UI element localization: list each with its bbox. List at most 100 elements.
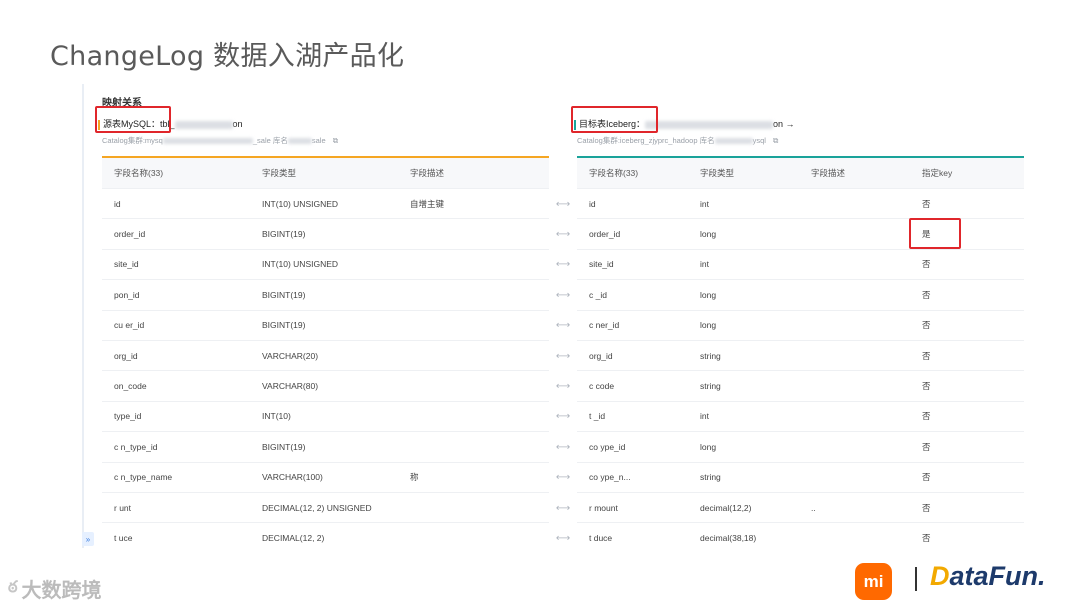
target-cell-key: 否	[922, 320, 931, 331]
slide-title: ChangeLog 数据入湖产品化	[50, 41, 405, 72]
footer-brand-text: 大数跨境	[21, 580, 102, 602]
target-cell-: long	[700, 229, 717, 240]
source-cell-33: order_id	[114, 229, 146, 240]
column-header[interactable]: 字段名称(33)	[577, 167, 688, 179]
target-cell-33: co ype_n...	[589, 472, 631, 483]
redacted-block	[287, 138, 312, 145]
target-cell-33: site_id	[589, 259, 614, 270]
target-cell-33: c code	[589, 381, 615, 392]
mapping-arrow-icon: ⟷	[555, 289, 571, 301]
mapping-arrow-icon: ⟷	[555, 411, 571, 423]
mapping-arrow-icon: ⟷	[555, 198, 571, 210]
expand-sidebar-button[interactable]: »	[82, 532, 94, 546]
copy-icon[interactable]: ⧉	[773, 136, 778, 145]
source-table-header: 字段名称(33) 字段类型 字段描述	[102, 158, 549, 189]
target-cell-key: 否	[922, 259, 931, 270]
target-cell-: string	[700, 472, 721, 483]
source-cell-33: r unt	[114, 502, 132, 513]
table-row: c code string 否	[577, 371, 1024, 402]
source-cell-: INT(10) UNSIGNED	[262, 259, 339, 270]
table-row: co ype_id long 否	[577, 432, 1024, 463]
source-cell-33: t uce	[114, 532, 133, 543]
source-cell-: INT(10)	[262, 411, 291, 422]
source-cell-: VARCHAR(100)	[262, 472, 323, 483]
source-cell-: VARCHAR(20)	[262, 350, 319, 361]
mapping-arrows: ⟷ ⟷ ⟷ ⟷ ⟷ ⟷ ⟷ ⟷ ⟷ ⟷ ⟷ ⟷	[549, 189, 577, 548]
mapping-arrow-icon: ⟷	[555, 502, 571, 514]
target-cell-: decimal(38,18)	[700, 532, 757, 543]
mapping-panel: 映射关系 源表MySQL：tbl_ on Catalog集群:mysq _sale …	[82, 84, 1028, 548]
mapping-arrow-icon: ⟷	[555, 320, 571, 332]
source-cell-33: type_id	[114, 411, 142, 422]
source-cell-33: c n_type_name	[114, 472, 173, 483]
target-cell-: ..	[811, 502, 816, 513]
source-cell-: 称	[410, 472, 419, 483]
table-row: id int 否	[577, 189, 1024, 220]
copy-icon[interactable]: ⧉	[333, 136, 338, 145]
target-catalog-suffix: ysql	[752, 136, 766, 145]
datafun-logo: DataFun.	[930, 561, 1046, 592]
target-cell-: int	[700, 198, 709, 209]
table-row: org_id string 否	[577, 341, 1024, 372]
target-cell-key: 否	[922, 198, 931, 209]
source-catalog: Catalog集群:mysq _sale 库名 sale ⧉	[102, 135, 338, 146]
panel-edge	[82, 84, 84, 548]
target-cell-key: 否	[922, 350, 931, 361]
target-cell-: long	[700, 320, 717, 331]
source-cell-: INT(10) UNSIGNED	[262, 198, 339, 209]
target-cell-33: order_id	[589, 229, 621, 240]
table-row: c n_type_id BIGINT(19)	[102, 432, 549, 463]
source-cell-: BIGINT(19)	[262, 320, 306, 331]
table-row: c _id long 否	[577, 280, 1024, 311]
source-cell-33: id	[114, 198, 121, 209]
column-header[interactable]: 字段类型	[688, 167, 799, 179]
column-header[interactable]: 字段类型	[250, 167, 398, 179]
target-cell-: decimal(12,2)	[700, 502, 752, 513]
datafun-logo-initial: D	[930, 561, 950, 591]
table-row: pon_id BIGINT(19)	[102, 280, 549, 311]
mapping-arrow-icon: ⟷	[555, 472, 571, 484]
source-cell-: 自增主键	[410, 198, 445, 209]
mapping-arrow-icon: ⟷	[555, 532, 571, 544]
target-cell-33: id	[589, 198, 596, 209]
source-cell-33: site_id	[114, 259, 139, 270]
source-cell-: VARCHAR(80)	[262, 381, 319, 392]
target-field-table: 字段名称(33) 字段类型 字段描述 指定key id int 否 order_id long 是…	[577, 158, 1024, 548]
source-cell-: DECIMAL(12, 2) UNSIGNED	[262, 502, 372, 513]
target-cell-33: co ype_id	[589, 441, 626, 452]
table-row: cu er_id BIGINT(19)	[102, 311, 549, 341]
target-table-header: 字段名称(33) 字段类型 字段描述 指定key	[577, 158, 1024, 189]
target-label-highlight	[571, 106, 658, 133]
target-cell-: int	[700, 259, 709, 270]
mapping-arrow-icon: ⟷	[555, 229, 571, 241]
target-cell-key: 否	[922, 532, 931, 543]
redacted-block	[174, 120, 233, 129]
target-cell-33: t _id	[589, 411, 606, 422]
target-cell-key: 否	[922, 502, 931, 513]
source-label-highlight	[95, 106, 171, 133]
target-catalog: Catalog集群:iceberg_zjyprc_hadoop 库名 ysql ⧉	[577, 135, 778, 146]
table-row: site_id int 否	[577, 250, 1024, 281]
target-cell-key: 否	[922, 289, 931, 300]
redacted-block	[645, 120, 774, 129]
table-row: c ner_id long 否	[577, 311, 1024, 341]
table-row: r unt DECIMAL(12, 2) UNSIGNED	[102, 493, 549, 524]
table-row: r mount decimal(12,2).. 否	[577, 493, 1024, 524]
target-cell-: string	[700, 350, 721, 361]
logo-divider	[915, 567, 917, 591]
source-cell-: DECIMAL(12, 2)	[262, 532, 325, 543]
column-header[interactable]: 字段名称(33)	[102, 167, 250, 179]
target-cell-key: 否	[922, 441, 931, 452]
column-header[interactable]: 字段描述	[398, 167, 549, 179]
target-cell-key: 否	[922, 472, 931, 483]
target-cell-: long	[700, 289, 717, 300]
redacted-block	[162, 138, 253, 145]
source-catalog-mid: _sale 库名	[252, 136, 288, 145]
table-row: type_id INT(10)	[102, 402, 549, 433]
target-cell-: long	[700, 441, 717, 452]
target-cell-33: t duce	[589, 532, 613, 543]
column-header[interactable]: 指定key	[910, 167, 1024, 179]
source-field-table: 字段名称(33) 字段类型 字段描述 id INT(10) UNSIGNED 自增主键 or…	[102, 158, 549, 548]
target-cell-33: org_id	[589, 350, 613, 361]
column-header[interactable]: 字段描述	[799, 167, 910, 179]
